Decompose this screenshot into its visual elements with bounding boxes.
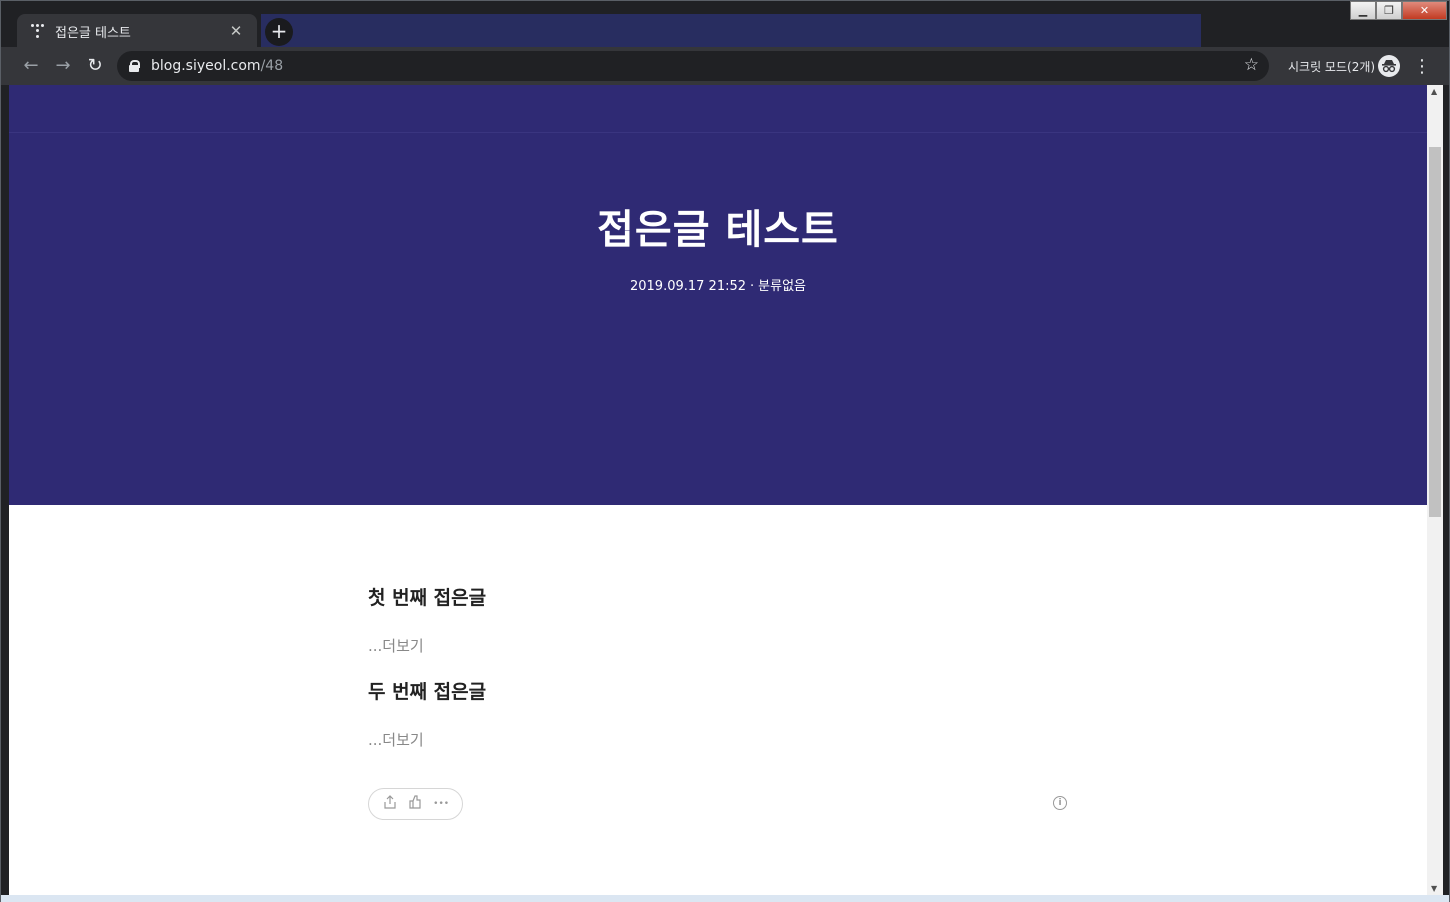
incognito-icon[interactable]	[1378, 55, 1400, 77]
fold-title: 첫 번째 접은글	[368, 587, 487, 609]
fold-title: 두 번째 접은글	[368, 681, 487, 703]
tab-strip-background	[261, 14, 1201, 47]
scroll-up-icon[interactable]: ▲	[1431, 87, 1437, 96]
bookmark-star-icon[interactable]: ☆	[1244, 55, 1259, 75]
more-toggle-link[interactable]: ...더보기	[368, 613, 1068, 677]
meta-separator: ·	[750, 279, 755, 294]
new-tab-button[interactable]: +	[265, 18, 293, 46]
like-icon[interactable]	[405, 795, 425, 813]
post-title: 접은글 테스트	[597, 207, 839, 253]
reload-button[interactable]: ↻	[79, 50, 111, 82]
lock-icon[interactable]	[129, 60, 140, 72]
fold-block: 두 번째 접은글 ...더보기	[368, 677, 1068, 771]
maximize-button[interactable]: ❐	[1376, 1, 1402, 20]
tab-active[interactable]: 접은글 테스트 ✕	[17, 14, 257, 48]
browser-menu-icon[interactable]: ⋮	[1413, 56, 1431, 77]
info-icon[interactable]: i	[1053, 796, 1067, 810]
back-button[interactable]: ←	[15, 50, 47, 82]
tab-close-icon[interactable]: ✕	[227, 22, 245, 40]
post-action-bar: •••	[368, 788, 463, 820]
browser-window: 접은글 테스트 ✕ + ▁ ❐ ✕ ← → ↻ blog.siyeol.com /…	[0, 0, 1450, 902]
post-header: 접은글 테스트 2019.09.17 21:52 · 분류없음	[9, 85, 1427, 505]
window-controls: ▁ ❐ ✕	[1350, 1, 1447, 21]
browser-toolbar: ← → ↻ blog.siyeol.com/48 ☆ 시크릿 모드(2개) ⋮	[1, 47, 1449, 85]
post-meta: 2019.09.17 21:52 · 분류없음	[9, 275, 1427, 294]
close-window-button[interactable]: ✕	[1402, 1, 1447, 20]
fold-block: 첫 번째 접은글 ...더보기	[368, 583, 1068, 677]
tistory-favicon-icon	[31, 24, 45, 38]
share-icon[interactable]	[380, 795, 400, 813]
post-category[interactable]: 분류없음	[758, 279, 806, 294]
window-bottom-frame	[1, 895, 1449, 902]
url-host: blog.siyeol.com	[151, 58, 261, 74]
forward-button[interactable]: →	[47, 50, 79, 82]
url-path: /48	[260, 58, 284, 74]
address-bar[interactable]: blog.siyeol.com/48 ☆	[117, 51, 1269, 81]
more-options-icon[interactable]: •••	[431, 799, 451, 809]
tab-strip: 접은글 테스트 ✕ + ▁ ❐ ✕	[1, 1, 1449, 48]
minimize-button[interactable]: ▁	[1350, 1, 1376, 20]
page-viewport: 접은글 테스트 2019.09.17 21:52 · 분류없음 첫 번째 접은글 .…	[9, 85, 1427, 895]
post-body: 첫 번째 접은글 ...더보기 두 번째 접은글 ...더보기	[368, 583, 1068, 771]
page-scrollbar[interactable]: ▲ ▼	[1427, 85, 1443, 895]
incognito-label[interactable]: 시크릿 모드(2개)	[1288, 58, 1375, 75]
scroll-down-icon[interactable]: ▼	[1431, 884, 1437, 893]
post-date: 2019.09.17 21:52	[629, 279, 747, 294]
more-toggle-link[interactable]: ...더보기	[368, 707, 1068, 771]
scroll-thumb[interactable]	[1429, 147, 1441, 517]
tab-title: 접은글 테스트	[55, 25, 131, 41]
header-divider	[9, 132, 1427, 133]
